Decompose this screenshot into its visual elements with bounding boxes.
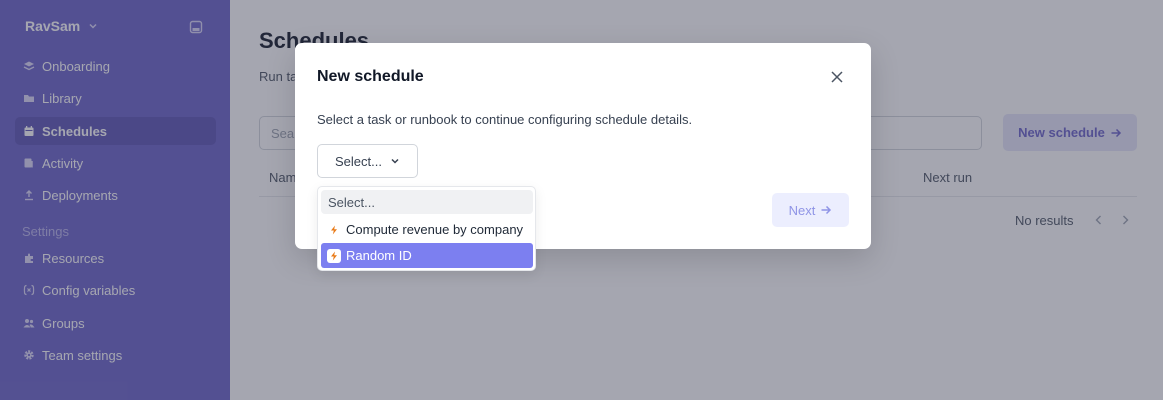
task-dropdown: Select... Compute revenue by company Ran…	[317, 186, 536, 271]
dropdown-search-placeholder: Select...	[328, 194, 375, 210]
task-select[interactable]: Select...	[317, 144, 418, 178]
modal-title: New schedule	[317, 68, 424, 85]
modal-description: Select a task or runbook to continue con…	[317, 112, 693, 127]
task-select-label: Select...	[335, 153, 382, 169]
dropdown-option-random-id[interactable]: Random ID	[321, 243, 533, 268]
dropdown-option-compute-revenue[interactable]: Compute revenue by company	[321, 217, 533, 242]
arrow-right-icon	[821, 205, 832, 215]
lightning-icon	[327, 248, 341, 263]
dropdown-search-input[interactable]: Select...	[321, 190, 533, 214]
next-label: Next	[788, 202, 816, 218]
dropdown-option-label: Random ID	[346, 248, 412, 263]
dropdown-option-label: Compute revenue by company	[346, 222, 524, 237]
lightning-icon	[327, 223, 341, 237]
close-icon[interactable]	[830, 70, 844, 84]
chevron-down-icon	[391, 158, 399, 164]
next-button[interactable]: Next	[772, 193, 849, 227]
